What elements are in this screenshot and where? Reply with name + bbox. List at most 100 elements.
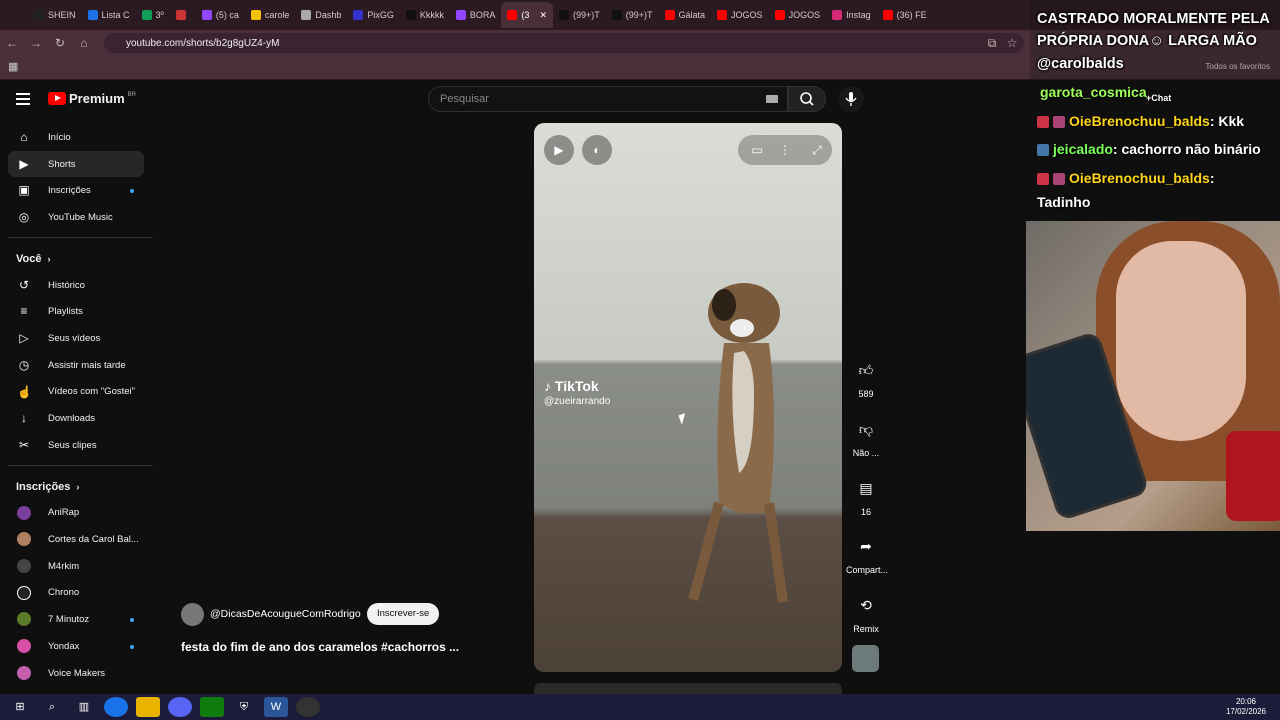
sidebar-item-label: Chrono <box>48 587 80 599</box>
sidebar-item-watch-later[interactable]: ◷ Assistir mais tarde <box>0 352 154 379</box>
reload-icon[interactable]: ↻ <box>48 36 72 50</box>
dislike-button[interactable]: 👎︎ Não ... <box>846 414 886 458</box>
sidebar-sub-channel[interactable]: AniRap <box>0 500 154 527</box>
video-title[interactable]: festa do fim de ano dos caramelos #cacho… <box>181 640 459 654</box>
discord-icon[interactable] <box>168 697 192 717</box>
sidebar-sub-channel[interactable]: 7 Minutoz <box>0 606 154 633</box>
sidebar-item-label: Histórico <box>48 279 85 291</box>
xbox-icon[interactable] <box>200 697 224 717</box>
back-icon[interactable]: ← <box>0 36 24 50</box>
close-tab-icon[interactable]: ✕ <box>539 10 547 21</box>
obs-icon[interactable] <box>296 697 320 717</box>
tab-favicon <box>34 10 44 20</box>
windows-taskbar: ⊞ ⌕ ▥ ⛨ W 20:06 17/02/2026 <box>0 694 1280 720</box>
browser-tab[interactable]: Lista C <box>82 2 136 28</box>
sidebar-item-label: Assistir mais tarde <box>48 359 126 371</box>
avatar <box>17 665 31 680</box>
watch-later-icon: ◷ <box>18 357 30 372</box>
sidebar-sub-channel[interactable]: Voice Makers <box>0 660 154 687</box>
browser-tab[interactable]: PixGG <box>347 2 400 28</box>
youtube-premium-logo[interactable]: Premium BR <box>48 91 136 106</box>
dog-video-frame <box>688 283 788 603</box>
watermark-brand: TikTok <box>554 378 599 394</box>
channel-name[interactable]: @DicasDeAcougueComRodrigo <box>210 608 361 620</box>
fullscreen-icon[interactable]: ⤢ <box>802 135 832 165</box>
browser-tab[interactable]: JOGOS <box>711 2 769 28</box>
sidebar-sub-channel[interactable]: Yondax <box>0 633 154 660</box>
browser-tab[interactable]: JOGOS <box>769 2 827 28</box>
share-button[interactable]: ➦ Compart... <box>846 531 888 575</box>
sidebar-item-your-videos[interactable]: ▷ Seus vídeos <box>0 325 154 352</box>
channel-avatar[interactable] <box>181 603 204 626</box>
sidebar-item-playlists[interactable]: ≡ Playlists <box>0 298 154 325</box>
chrome-icon[interactable] <box>104 697 128 717</box>
forward-icon[interactable]: → <box>24 36 48 50</box>
browser-tab[interactable]: Dashb <box>295 2 347 28</box>
bookmark-star-icon[interactable]: ☆ <box>1000 36 1024 50</box>
menu-icon[interactable] <box>16 93 30 105</box>
browser-tab[interactable]: SHEIN <box>28 2 82 28</box>
like-button[interactable]: 👍︎ 589 <box>846 355 886 399</box>
browser-tab[interactable]: 3º <box>136 2 170 28</box>
chat-button[interactable]: +Chat <box>1146 93 1171 103</box>
playlists-icon: ≡ <box>20 304 28 319</box>
clock-time: 20:06 <box>1235 697 1256 706</box>
file-explorer-icon[interactable] <box>136 697 160 717</box>
sidebar-item-youtube-music[interactable]: ◎ YouTube Music <box>0 204 154 231</box>
sound-thumbnail[interactable] <box>852 645 879 672</box>
remix-button[interactable]: ⟲ Remix <box>846 590 886 634</box>
captions-icon[interactable]: ▭ <box>742 135 772 165</box>
subscribe-button[interactable]: Inscrever-se <box>367 603 440 625</box>
windows-start-icon[interactable]: ⊞ <box>8 697 32 717</box>
apps-grid-icon[interactable]: ▦ <box>8 60 18 73</box>
play-button[interactable]: ▶ <box>544 135 574 165</box>
browser-tab[interactable]: carole <box>245 2 296 28</box>
sidebar-section-subscriptions[interactable]: Inscrições › <box>0 474 154 500</box>
word-icon[interactable]: W <box>264 697 288 717</box>
sidebar-item-liked-videos[interactable]: ☝ Vídeos com "Gostei" <box>0 379 154 406</box>
sidebar-section-you[interactable]: Você › <box>0 246 154 272</box>
sidebar-sub-channel[interactable]: M4rkim <box>0 553 154 580</box>
shorts-video-player[interactable]: ▶ ◐ ▭ ⋮ ⤢ ♪ TikTok @zueirarrando <box>534 123 842 672</box>
sidebar-item-subscriptions[interactable]: ▣ Inscrições <box>0 177 154 204</box>
voice-search-button[interactable] <box>838 86 864 112</box>
tab-label: JOGOS <box>731 10 763 20</box>
task-view-icon[interactable]: ▥ <box>72 697 96 717</box>
sidebar-sub-channel[interactable]: Cortes da Carol Bal... <box>0 526 154 553</box>
browser-tab-active[interactable]: (3 ✕ <box>501 2 553 28</box>
browser-tab[interactable]: BORA <box>450 2 502 28</box>
browser-tab[interactable] <box>170 2 196 28</box>
sidebar-item-label: Yondax <box>48 640 80 652</box>
browser-tab[interactable]: Instag <box>826 2 877 28</box>
sidebar-item-clips[interactable]: ✂ Seus clipes <box>0 432 154 459</box>
sidebar-item-history[interactable]: ↺ Histórico <box>0 272 154 299</box>
sidebar-item-shorts[interactable]: ▶ Shorts <box>8 150 144 178</box>
comments-button[interactable]: ▤ 16 <box>846 473 886 517</box>
system-clock[interactable]: 20:06 17/02/2026 <box>1226 697 1266 717</box>
browser-tab[interactable]: Kkkkk <box>400 2 450 28</box>
sidebar-sub-channel[interactable]: Chrono <box>0 580 154 607</box>
taskbar-search-icon[interactable]: ⌕ <box>40 697 64 717</box>
browser-tab[interactable]: (36) FE <box>877 2 933 28</box>
section-heading: Inscrições <box>16 480 71 493</box>
keyboard-icon[interactable] <box>766 95 778 103</box>
volume-button[interactable]: ◐ <box>582 135 612 165</box>
browser-tab[interactable]: (99+)T <box>553 2 606 28</box>
sidebar-item-home[interactable]: ⌂ Início <box>0 124 154 151</box>
browser-tab[interactable]: (5) ca <box>196 2 245 28</box>
address-bar[interactable]: youtube.com/shorts/b2g8gUZ4-yM <box>104 33 1024 53</box>
home-nav-icon[interactable]: ⌂ <box>72 36 96 50</box>
search-input[interactable]: Pesquisar <box>428 86 788 112</box>
avatar <box>17 612 31 627</box>
sidebar-item-downloads[interactable]: ↓ Downloads <box>0 405 154 432</box>
browser-tab[interactable]: (99+)T <box>606 2 659 28</box>
chat-message-continuation: Tadinho <box>1037 194 1091 210</box>
download-icon: ↓ <box>21 411 27 426</box>
thumbs-down-icon: 👎︎ <box>858 421 874 437</box>
search-button[interactable] <box>788 86 826 112</box>
more-options-icon[interactable]: ⋮ <box>770 135 800 165</box>
clock-date: 17/02/2026 <box>1225 707 1266 716</box>
browser-tab[interactable]: Gálata <box>659 2 712 28</box>
sidebar-item-label: Seus vídeos <box>48 332 101 344</box>
shield-icon[interactable]: ⛨ <box>232 697 256 717</box>
